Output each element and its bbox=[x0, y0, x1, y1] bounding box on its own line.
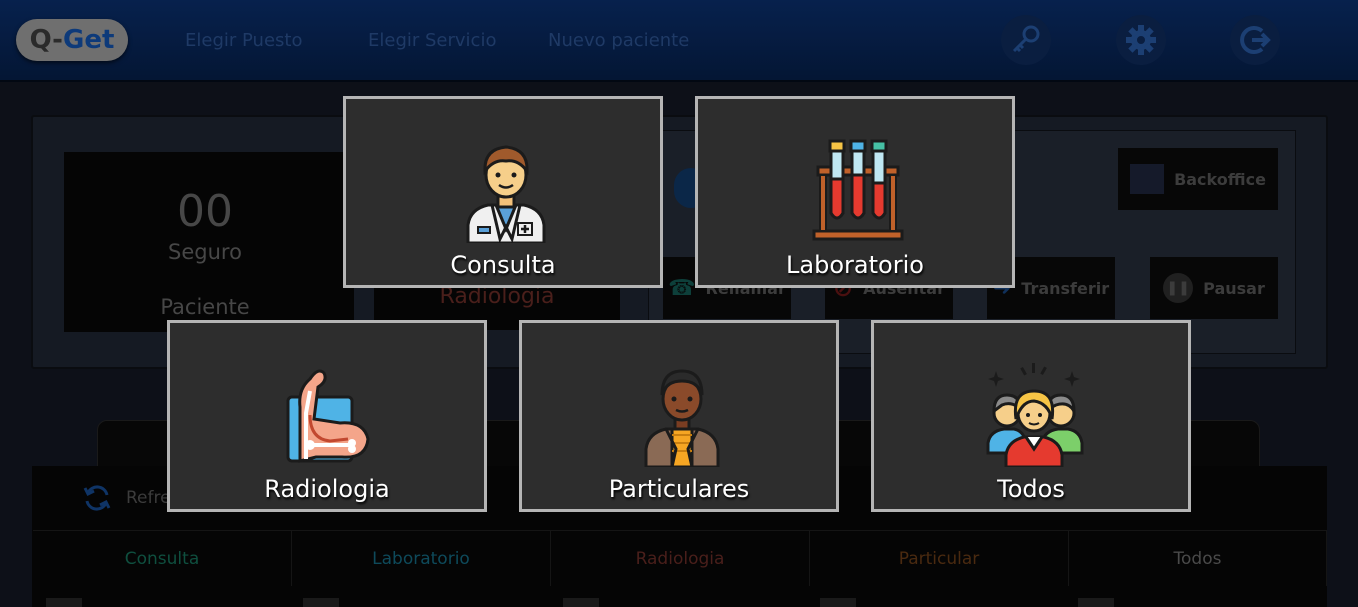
table-row bbox=[1078, 598, 1114, 607]
group-icon bbox=[986, 363, 1084, 467]
refresh-icon bbox=[83, 485, 111, 511]
table-row bbox=[46, 598, 82, 607]
nav-elegir-puesto[interactable]: Elegir Puesto bbox=[185, 30, 302, 51]
column-header-todos[interactable]: Todos bbox=[1069, 530, 1327, 586]
key-icon[interactable] bbox=[1001, 15, 1051, 65]
column-header-laboratorio[interactable]: Laboratorio bbox=[292, 530, 551, 586]
backoffice-icon bbox=[1130, 164, 1165, 194]
table-row bbox=[563, 598, 599, 607]
current-ticket-display: 00 Seguro Paciente bbox=[64, 152, 354, 332]
logout-icon[interactable] bbox=[1230, 15, 1280, 65]
ticket-number: 00 bbox=[177, 186, 233, 237]
service-card-radiologia[interactable]: Radiologia bbox=[167, 320, 487, 512]
service-card-particulares[interactable]: Particulares bbox=[519, 320, 839, 512]
service-card-todos[interactable]: Todos bbox=[871, 320, 1191, 512]
ticket-patient-label: Paciente bbox=[160, 295, 250, 319]
service-card-label: Particulares bbox=[608, 475, 750, 503]
service-card-label: Radiologia bbox=[264, 475, 390, 503]
column-header-radiologia[interactable]: Radiologia bbox=[551, 530, 810, 586]
table-row bbox=[303, 598, 339, 607]
xray-arm-icon bbox=[286, 369, 370, 463]
service-card-label: Laboratorio bbox=[786, 251, 924, 279]
nav-elegir-servicio[interactable]: Elegir Servicio bbox=[368, 30, 496, 51]
service-card-label: Todos bbox=[997, 475, 1065, 503]
service-card-laboratorio[interactable]: Laboratorio bbox=[695, 96, 1015, 288]
person-icon bbox=[644, 369, 720, 467]
top-navbar: Q- Get Elegir Puesto Elegir Servicio Nuev… bbox=[0, 0, 1358, 82]
ticket-insurance: Seguro bbox=[168, 240, 242, 264]
pause-icon: ❚❚ bbox=[1163, 273, 1194, 303]
backoffice-button[interactable]: Backoffice bbox=[1118, 148, 1278, 210]
nav-nuevo-paciente[interactable]: Nuevo paciente bbox=[548, 30, 689, 51]
doctor-icon bbox=[466, 145, 546, 243]
phone-icon: ☎ bbox=[668, 275, 696, 301]
table-row bbox=[820, 598, 856, 607]
service-card-consulta[interactable]: Consulta bbox=[343, 96, 663, 288]
column-header-consulta[interactable]: Consulta bbox=[33, 530, 292, 586]
service-card-label: Consulta bbox=[450, 251, 556, 279]
gear-icon[interactable] bbox=[1116, 15, 1166, 65]
column-header-particular[interactable]: Particular bbox=[810, 530, 1069, 586]
app-logo[interactable]: Q- Get bbox=[16, 19, 128, 61]
pausar-button[interactable]: ❚❚ Pausar bbox=[1150, 257, 1278, 319]
test-tubes-icon bbox=[812, 139, 904, 241]
